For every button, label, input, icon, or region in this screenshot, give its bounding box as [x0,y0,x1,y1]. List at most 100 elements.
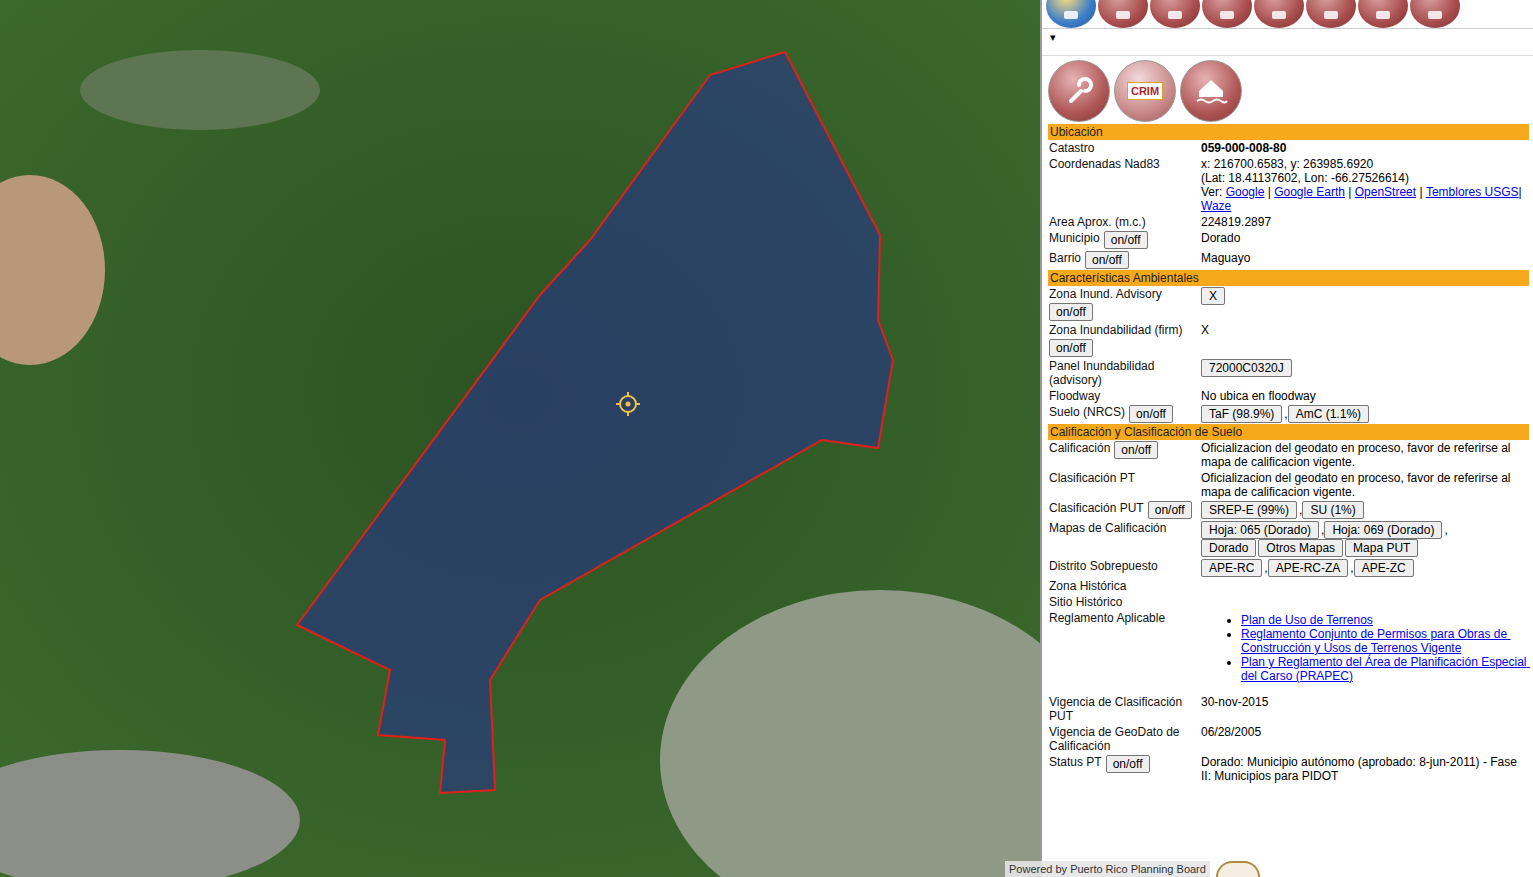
info-row: Distrito SobrepuestoAPE-RC,APE-RC-ZA,APE… [1048,558,1529,578]
toggle-button[interactable]: on/off [1085,251,1129,269]
toggle-button[interactable]: on/off [1049,339,1093,357]
value-button[interactable]: AmC (1.1%) [1288,405,1369,423]
value-button[interactable]: SU (1%) [1302,501,1363,519]
toggle-button[interactable]: on/off [1114,441,1158,459]
value-button[interactable]: 72000C0320J [1201,359,1292,377]
value-text: X [1201,323,1209,337]
row-label: Reglamento Aplicable [1049,611,1199,693]
row-label: Suelo (NRCS)on/off [1049,405,1199,423]
gis-viewer: ▾CRIMUbicaciónCatastro059-000-008-80Coor… [0,0,1533,877]
layers-icon[interactable] [1098,0,1148,28]
value-text: 224819.2897 [1201,215,1271,229]
stack-icon[interactable] [1150,0,1200,28]
link[interactable]: OpenStreet [1355,185,1416,199]
row-value: 72000C0320J [1201,359,1529,387]
value-button[interactable]: X [1201,287,1225,305]
row-value: No ubica en floodway [1201,389,1529,403]
link[interactable]: Temblores USGS [1426,185,1519,199]
dropdown-bar[interactable]: ▾ [1042,28,1533,56]
value-button[interactable]: Hoja: 065 (Dorado) [1201,521,1319,539]
info-row: Calificaciónon/offOficializacion del geo… [1048,440,1529,470]
value-text: 06/28/2005 [1201,725,1261,739]
link[interactable]: Reglamento Conjunto de Permisos para Obr… [1241,627,1511,655]
value-button[interactable]: Mapa PUT [1345,539,1418,557]
value-text: Oficializacion del geodato en proceso, f… [1201,441,1529,469]
toggle-button[interactable]: on/off [1129,405,1173,423]
search-icon[interactable] [1254,0,1304,28]
parcel-boundary[interactable] [297,52,893,793]
row-label: Barrioon/off [1049,251,1199,269]
measure-icon[interactable] [1306,0,1356,28]
info-row: Clasificación PTOficializacion del geoda… [1048,470,1529,500]
value-button[interactable]: APE-RC-ZA [1268,559,1349,577]
info-row: Suelo (NRCS)on/offTaF (98.9%),AmC (1.1%) [1048,404,1529,424]
value-text: Ver: [1201,185,1226,199]
dropdown-arrow[interactable]: ▾ [1050,31,1056,43]
row-label: Mapas de Calificación [1049,521,1199,557]
info-row: Barrioon/offMaguayo [1048,250,1529,270]
toggle-button[interactable]: on/off [1106,755,1150,773]
link[interactable]: Google Earth [1274,185,1345,199]
toggle-button[interactable]: on/off [1049,303,1093,321]
section-header: Características Ambientales [1048,270,1529,286]
info-row: FloodwayNo ubica en floodway [1048,388,1529,404]
info-table: UbicaciónCatastro059-000-008-80Coordenad… [1042,124,1533,784]
link[interactable]: Google [1226,185,1265,199]
row-label: Floodway [1049,389,1199,403]
link[interactable]: Waze [1201,199,1231,213]
value-text: Maguayo [1201,251,1250,265]
value-button[interactable]: APE-ZC [1354,559,1414,577]
row-label: Clasificación PT [1049,471,1199,499]
satellite-map[interactable] [0,0,1040,877]
globe-icon[interactable] [1046,0,1096,28]
row-value: Dorado: Municipio autónomo (aprobado: 8-… [1201,755,1529,783]
row-label: Vigencia de Clasificación PUT [1049,695,1199,723]
section-header: Ubicación [1048,124,1529,140]
row-label: Clasificación PUTon/off [1049,501,1199,519]
regulation-item: Plan y Reglamento del Área de Planificac… [1241,655,1529,683]
flood-house-icon[interactable] [1180,60,1242,122]
info-row: Area Aprox. (m.c.)224819.2897 [1048,214,1529,230]
value-text: (Lat: 18.41137602, Lon: -66.27526614) [1201,171,1409,185]
row-value: 224819.2897 [1201,215,1529,229]
value-button[interactable]: Hoja: 069 (Dorado) [1324,521,1442,539]
row-value: Oficializacion del geodato en proceso, f… [1201,471,1529,499]
value-text: | [1345,185,1355,199]
link[interactable]: Plan y Reglamento del Área de Planificac… [1241,655,1530,683]
value-text: 059-000-008-80 [1201,141,1286,155]
row-value [1201,579,1529,593]
row-value: 30-nov-2015 [1201,695,1529,723]
row-value: Hoja: 065 (Dorado),Hoja: 069 (Dorado),Do… [1201,521,1529,557]
value-button[interactable]: Dorado [1201,539,1256,557]
info-row: Zona Histórica [1048,578,1529,594]
row-value: APE-RC,APE-RC-ZA,APE-ZC [1201,559,1529,577]
value-text: | [1416,185,1426,199]
print-icon[interactable] [1202,0,1252,28]
value-text: 30-nov-2015 [1201,695,1268,709]
seal-icon [1216,861,1260,877]
info-row: Mapas de CalificaciónHoja: 065 (Dorado),… [1048,520,1529,558]
row-label: Vigencia de GeoDato de Calificación [1049,725,1199,753]
row-label: Zona Histórica [1049,579,1199,593]
crim-logo[interactable]: CRIM [1114,60,1176,122]
crosshair-icon [616,392,640,416]
info-row: Catastro059-000-008-80 [1048,140,1529,156]
row-value: 06/28/2005 [1201,725,1529,753]
row-value: 059-000-008-80 [1201,141,1529,155]
link-icon[interactable] [1048,60,1110,122]
row-label: Sitio Histórico [1049,595,1199,609]
toggle-button[interactable]: on/off [1148,501,1192,519]
value-button[interactable]: SREP-E (99%) [1201,501,1297,519]
value-button[interactable]: APE-RC [1201,559,1262,577]
info-row: Coordenadas Nad83x: 216700.6583, y: 2639… [1048,156,1529,214]
toggle-button[interactable]: on/off [1104,231,1148,249]
info-row: Panel Inundabilidad (advisory)72000C0320… [1048,358,1529,388]
map-view[interactable] [0,0,1040,877]
printer-icon[interactable] [1358,0,1408,28]
help-icon[interactable] [1410,0,1460,28]
value-button[interactable]: TaF (98.9%) [1201,405,1282,423]
row-value: TaF (98.9%),AmC (1.1%) [1201,405,1529,423]
value-text: x: 216700.6583, y: 263985.6920 [1201,157,1373,171]
link[interactable]: Plan de Uso de Terrenos [1241,613,1373,627]
value-button[interactable]: Otros Mapas [1258,539,1343,557]
